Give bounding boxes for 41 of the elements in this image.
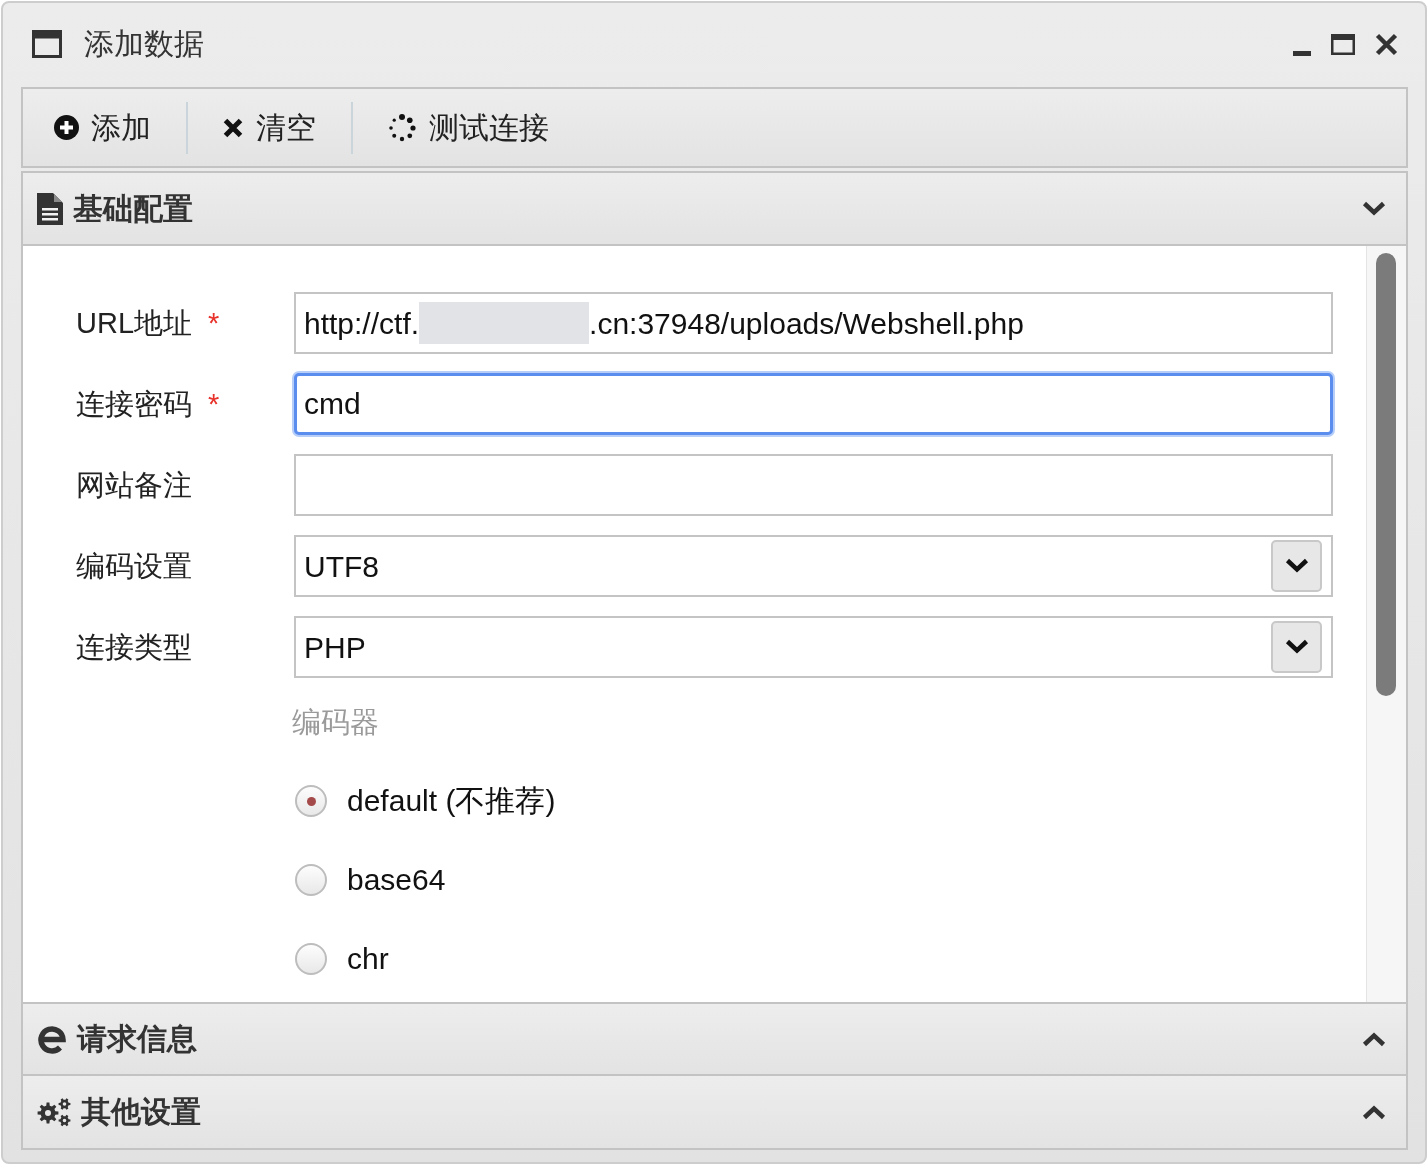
field-label: URL地址 (76, 305, 192, 341)
section-header[interactable]: 基础配置 (21, 171, 1408, 246)
radio-button[interactable] (295, 943, 327, 975)
text-field[interactable] (294, 454, 1333, 516)
window-icon (32, 30, 62, 58)
dropdown-button[interactable] (1271, 621, 1322, 673)
select-field[interactable]: PHP (294, 616, 1333, 678)
radio-button[interactable] (295, 785, 327, 817)
section-header[interactable]: 请求信息 (21, 1002, 1408, 1076)
field-label: 连接类型 (76, 629, 192, 665)
plus-circle-icon (54, 115, 79, 140)
minimize-icon[interactable] (1293, 50, 1311, 56)
text-field[interactable]: cmd (294, 373, 1333, 435)
field-label: 网站备注 (76, 467, 192, 503)
chevron-down-icon (1284, 558, 1309, 574)
document-icon (37, 192, 63, 225)
required-mark: * (208, 386, 220, 422)
radio-label: base64 (347, 862, 446, 898)
toolbar-button[interactable]: 测试连接 (371, 101, 565, 154)
gears-icon (37, 1097, 71, 1127)
close-icon[interactable] (1375, 32, 1398, 56)
url-field[interactable]: http://ctf. .cn:37948/uploads/Webshell.php (294, 292, 1333, 354)
toolbar-button[interactable]: 添加 (38, 101, 167, 154)
dropdown-button[interactable] (1271, 540, 1322, 592)
scrollbar-thumb[interactable] (1376, 253, 1396, 696)
cross-icon (222, 116, 244, 139)
required-mark: * (208, 305, 220, 341)
encoder-label: 编码器 (292, 705, 379, 740)
field-label: 编码设置 (76, 548, 192, 584)
maximize-icon[interactable] (1331, 33, 1355, 55)
radio-label: default (不推荐) (347, 783, 556, 819)
toolbar-button[interactable]: 清空 (206, 101, 332, 154)
window-title: 添加数据 (84, 26, 204, 62)
radio-button[interactable] (295, 864, 327, 896)
radio-label: chr (347, 941, 389, 977)
chevron-down-icon (1284, 639, 1309, 655)
field-label: 连接密码 (76, 386, 192, 422)
e-icon (37, 1024, 67, 1054)
section-header[interactable]: 其他设置 (21, 1076, 1408, 1150)
select-field[interactable]: UTF8 (294, 535, 1333, 597)
spinner-icon (387, 112, 417, 143)
